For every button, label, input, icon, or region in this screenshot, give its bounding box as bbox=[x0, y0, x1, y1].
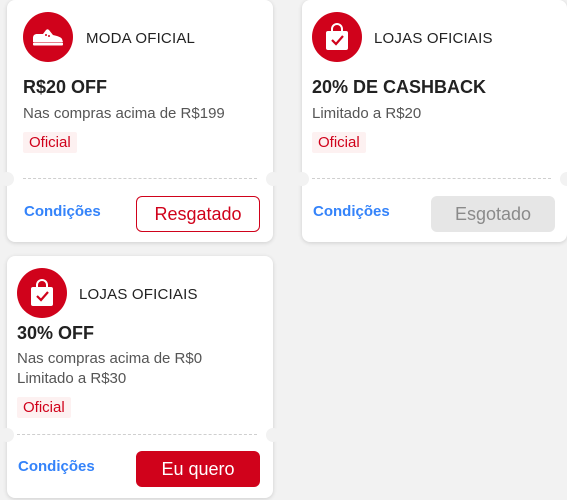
store-name: LOJAS OFICIAIS bbox=[79, 286, 198, 303]
sold-out-button[interactable]: Esgotado bbox=[431, 196, 555, 232]
sneaker-icon bbox=[33, 29, 63, 46]
store-name: MODA OFICIAL bbox=[86, 30, 196, 47]
divider bbox=[312, 178, 551, 179]
conditions-link[interactable]: Condições bbox=[18, 458, 95, 475]
official-badge: Oficial bbox=[17, 397, 71, 418]
store-name: LOJAS OFICIAIS bbox=[374, 30, 493, 47]
conditions-link[interactable]: Condições bbox=[24, 203, 101, 220]
divider bbox=[23, 178, 257, 179]
shopping-bag-check-icon bbox=[31, 279, 53, 306]
conditions-link[interactable]: Condições bbox=[313, 203, 390, 220]
coupon-title: R$20 OFF bbox=[23, 77, 108, 97]
coupon-card: LOJAS OFICIAIS 30% OFF Nas compras acima… bbox=[0, 256, 280, 498]
shopping-bag-check-icon bbox=[326, 23, 348, 50]
coupon-condition-line: Nas compras acima de R$199 bbox=[23, 105, 225, 122]
official-badge: Oficial bbox=[312, 132, 366, 153]
coupon-title: 20% DE CASHBACK bbox=[312, 77, 487, 97]
divider bbox=[17, 434, 257, 435]
coupon-condition-line: Limitado a R$20 bbox=[312, 105, 422, 122]
claim-button[interactable]: Eu quero bbox=[136, 451, 260, 487]
redeemed-button[interactable]: Resgatado bbox=[136, 196, 260, 232]
coupon-title: 30% OFF bbox=[17, 323, 95, 343]
store-logo bbox=[23, 12, 73, 62]
coupon-condition-line: Nas compras acima de R$0 bbox=[17, 350, 203, 367]
coupon-card: MODA OFICIAL R$20 OFF Nas compras acima … bbox=[0, 0, 280, 242]
store-logo bbox=[312, 12, 362, 62]
coupon-condition-line: Limitado a R$30 bbox=[17, 370, 127, 387]
official-badge: Oficial bbox=[23, 132, 77, 153]
store-logo bbox=[17, 268, 67, 318]
coupon-card: LOJAS OFICIAIS 20% DE CASHBACK Limitado … bbox=[295, 0, 567, 242]
